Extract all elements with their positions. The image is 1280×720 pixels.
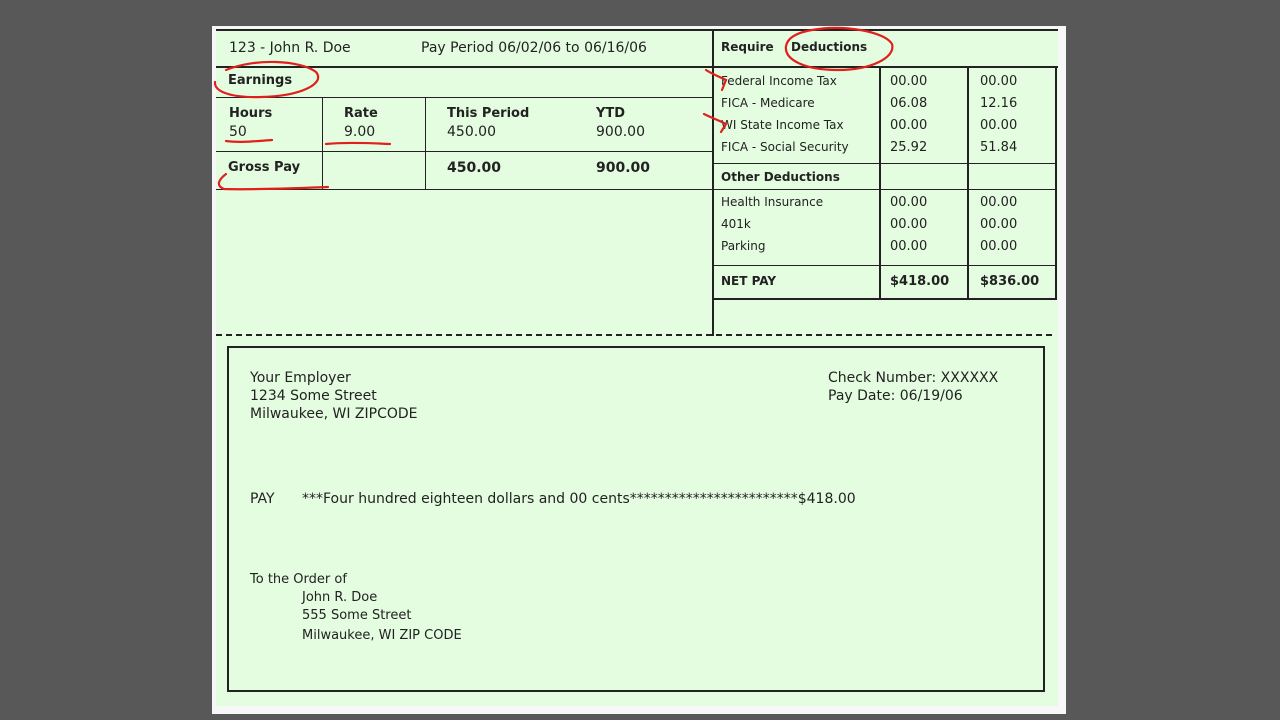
deduction-name: Parking [721,239,766,253]
payee-name: John R. Doe [302,590,378,605]
gross-rule [216,189,712,190]
col-rule-2 [425,97,426,190]
pay-period: Pay Period 06/02/06 to 06/16/06 [421,40,647,56]
earnings-rule [216,97,712,98]
check-number: Check Number: XXXXXX [828,370,999,386]
hours-value: 50 [229,124,247,140]
earnings-label: Earnings [228,73,293,88]
net-rule-bottom [712,298,1057,300]
deduction-current: 00.00 [890,74,928,89]
deduction-current: 00.00 [890,118,928,133]
deduction-name: FICA - Medicare [721,96,815,110]
col-rule-1 [322,97,323,190]
stub-top-line [216,29,1058,31]
payee-street: 555 Some Street [302,608,412,623]
ytd-header: YTD [596,106,626,121]
deduction-ytd: 00.00 [980,239,1018,254]
rate-value: 9.00 [344,124,376,140]
ytd-value: 900.00 [596,124,645,140]
deduction-current: 00.00 [890,195,928,210]
pay-stub [216,30,1058,336]
required-label-a: Require [721,40,774,54]
deduction-ytd: 12.16 [980,96,1018,111]
deduction-current: 06.08 [890,96,928,111]
employee-id-name: 123 - John R. Doe [229,40,351,56]
net-rule-top [712,265,1057,266]
deduction-name: WI State Income Tax [721,118,844,132]
deduction-name: Health Insurance [721,195,824,209]
deduction-current: 25.92 [890,140,928,155]
deduction-ytd: 00.00 [980,195,1018,210]
pay-label: PAY [250,491,275,507]
rate-header: Rate [344,106,378,121]
gross-pay-label: Gross Pay [228,160,301,175]
this-period-header: This Period [447,106,530,121]
payee-city: Milwaukee, WI ZIP CODE [302,628,462,643]
deduction-name: Federal Income Tax [721,74,837,88]
net-pay-current: $418.00 [890,274,950,289]
this-period-value: 450.00 [447,124,496,140]
net-pay-ytd: $836.00 [980,274,1040,289]
stub-divider [712,30,714,336]
deduction-name: 401k [721,217,751,231]
header-rule [216,66,1058,68]
perforation-line [216,334,1052,336]
employer-name: Your Employer [250,370,351,386]
other-rule [712,189,1057,190]
deduction-name: FICA - Social Security [721,140,849,154]
deduction-current: 00.00 [890,217,928,232]
hours-rule [216,151,712,152]
deduction-ytd: 51.84 [980,140,1018,155]
hours-header: Hours [229,106,273,121]
employer-city: Milwaukee, WI ZIPCODE [250,406,418,422]
gross-ytd: 900.00 [596,160,651,176]
net-pay-label: NET PAY [721,274,777,288]
order-label: To the Order of [250,572,347,587]
required-label-b: Deductions [791,40,868,54]
required-rule [712,163,1057,164]
other-deductions-label: Other Deductions [721,170,840,184]
deduction-ytd: 00.00 [980,74,1018,89]
employer-street: 1234 Some Street [250,388,377,404]
deduction-ytd: 00.00 [980,217,1018,232]
pay-amount-words: ***Four hundred eighteen dollars and 00 … [302,491,856,507]
gross-this-period: 450.00 [447,160,502,176]
deduction-ytd: 00.00 [980,118,1018,133]
pay-date: Pay Date: 06/19/06 [828,388,963,404]
deduction-current: 00.00 [890,239,928,254]
